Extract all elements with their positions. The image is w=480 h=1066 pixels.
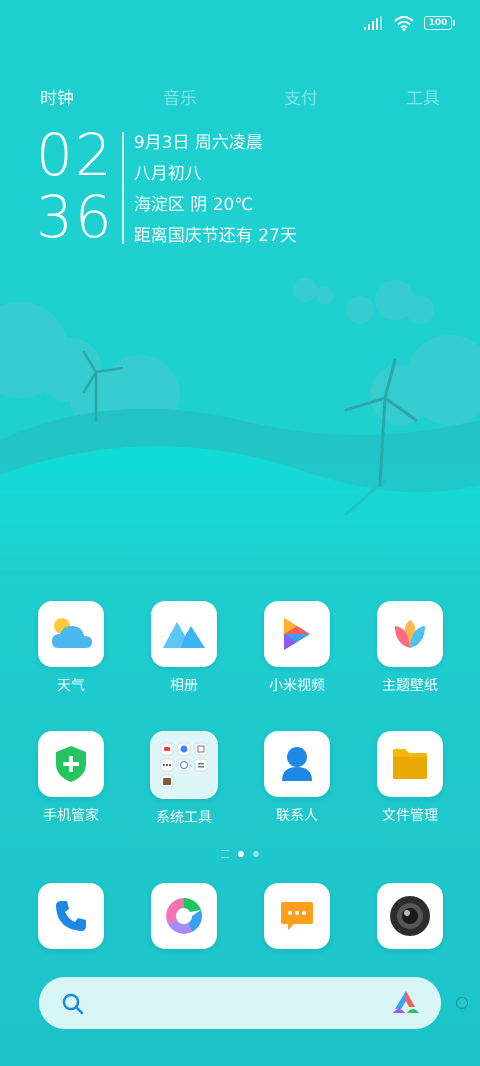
video-icon bbox=[284, 618, 310, 650]
tab-tools[interactable]: 工具 bbox=[406, 84, 440, 109]
camera-icon bbox=[390, 896, 430, 936]
widget-tabs: 时钟 音乐 支付 工具 bbox=[0, 84, 480, 110]
clock-weather: 海淀区 阴 20℃ bbox=[133, 195, 254, 215]
app-label: 主题壁纸 bbox=[382, 678, 438, 694]
app-icon-container bbox=[150, 731, 218, 799]
contacts-icon bbox=[282, 747, 312, 781]
floating-dot[interactable] bbox=[456, 997, 468, 1009]
phone-icon bbox=[56, 901, 86, 931]
app-icon-container bbox=[377, 731, 443, 797]
page-dot-active[interactable] bbox=[238, 851, 244, 857]
messages-icon bbox=[281, 902, 313, 930]
signal-icon bbox=[364, 16, 382, 30]
app-icon-container bbox=[264, 883, 330, 949]
dock-browser[interactable] bbox=[139, 883, 229, 949]
app-icon-container bbox=[38, 601, 104, 667]
app-security[interactable]: 手机管家 bbox=[26, 731, 116, 825]
app-icon-container bbox=[151, 883, 217, 949]
app-label: 联系人 bbox=[276, 808, 318, 824]
dock-messages[interactable] bbox=[252, 883, 342, 949]
clock-countdown: 距离国庆节还有 27天 bbox=[133, 226, 297, 246]
wifi-icon bbox=[394, 15, 414, 31]
assistant-icon[interactable] bbox=[391, 989, 421, 1017]
page-indicator bbox=[0, 850, 480, 858]
clock-hour: 02 bbox=[36, 121, 114, 189]
tab-payment[interactable]: 支付 bbox=[284, 84, 318, 109]
security-icon bbox=[56, 746, 86, 782]
search-icon bbox=[62, 993, 84, 1015]
page-dot[interactable] bbox=[253, 851, 259, 857]
app-label: 小米视频 bbox=[269, 678, 325, 694]
clock-widget[interactable]: 02 36 9月3日 周六凌晨 八月初八 海淀区 阴 20℃ 距离国庆节还有 2… bbox=[36, 126, 297, 252]
app-label: 手机管家 bbox=[43, 808, 99, 824]
app-system-tools-folder[interactable]: 系统工具 bbox=[139, 731, 229, 827]
app-mi-video[interactable]: 小米视频 bbox=[252, 601, 342, 695]
browser-icon bbox=[166, 898, 202, 934]
minus-one-screen-indicator[interactable] bbox=[221, 850, 229, 858]
app-themes[interactable]: 主题壁纸 bbox=[365, 601, 455, 695]
tab-clock[interactable]: 时钟 bbox=[40, 84, 74, 109]
dock-camera[interactable] bbox=[365, 883, 455, 949]
app-icon-container bbox=[38, 883, 104, 949]
dock-phone[interactable] bbox=[26, 883, 116, 949]
app-label: 天气 bbox=[57, 678, 85, 694]
themes-icon bbox=[395, 620, 425, 648]
gallery-icon bbox=[163, 622, 205, 648]
status-bar: 100 bbox=[364, 10, 455, 36]
tab-music[interactable]: 音乐 bbox=[163, 84, 197, 109]
weather-icon bbox=[52, 618, 92, 648]
app-icon-container bbox=[264, 731, 330, 797]
battery-indicator: 100 bbox=[424, 16, 455, 30]
app-icon-container bbox=[377, 601, 443, 667]
app-label: 相册 bbox=[170, 678, 198, 694]
folder-icon bbox=[160, 742, 208, 788]
app-contacts[interactable]: 联系人 bbox=[252, 731, 342, 825]
app-icon-container bbox=[151, 601, 217, 667]
app-gallery[interactable]: 相册 bbox=[139, 601, 229, 695]
clock-date: 9月3日 周六凌晨 bbox=[133, 133, 263, 153]
app-icon-container bbox=[264, 601, 330, 667]
app-weather[interactable]: 天气 bbox=[26, 601, 116, 695]
clock-lunar-date: 八月初八 bbox=[133, 164, 202, 184]
search-bar[interactable] bbox=[39, 977, 441, 1029]
file-manager-icon bbox=[393, 749, 427, 779]
app-file-manager[interactable]: 文件管理 bbox=[365, 731, 455, 825]
app-icon-container bbox=[38, 731, 104, 797]
wallpaper-landscape bbox=[0, 278, 480, 570]
app-label: 文件管理 bbox=[382, 808, 438, 824]
clock-minute: 36 bbox=[36, 183, 114, 251]
clock-divider bbox=[121, 132, 124, 244]
app-icon-container bbox=[377, 883, 443, 949]
app-label: 系统工具 bbox=[156, 810, 212, 826]
